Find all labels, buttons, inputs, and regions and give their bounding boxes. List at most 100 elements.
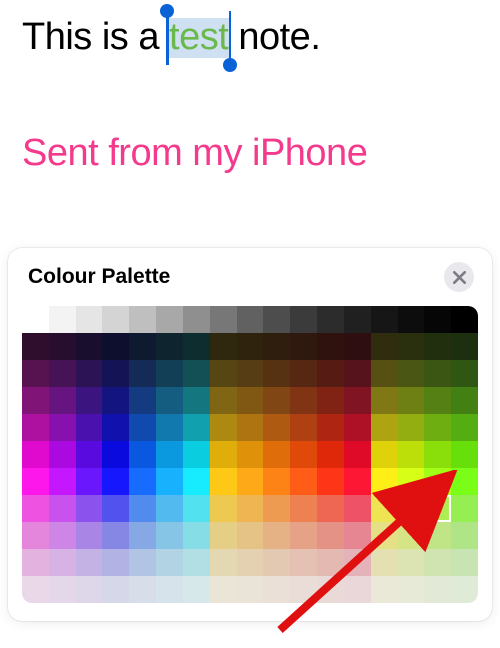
colour-swatch[interactable] [102, 495, 129, 522]
colour-swatch[interactable] [183, 333, 210, 360]
colour-swatch[interactable] [49, 549, 76, 576]
colour-swatch[interactable] [344, 549, 371, 576]
colour-swatch[interactable] [290, 387, 317, 414]
colour-swatch[interactable] [344, 414, 371, 441]
colour-swatch[interactable] [183, 441, 210, 468]
colour-swatch[interactable] [102, 360, 129, 387]
colour-swatch[interactable] [371, 360, 398, 387]
colour-swatch[interactable] [210, 495, 237, 522]
colour-swatch[interactable] [290, 441, 317, 468]
colour-swatch[interactable] [76, 549, 103, 576]
colour-swatch[interactable] [398, 360, 425, 387]
colour-swatch[interactable] [371, 414, 398, 441]
note-body[interactable]: This is a test note. Sent from my iPhone [0, 0, 500, 183]
colour-swatch[interactable] [49, 522, 76, 549]
colour-swatch[interactable] [49, 333, 76, 360]
colour-swatch[interactable] [210, 576, 237, 603]
colour-swatch[interactable] [263, 441, 290, 468]
colour-swatch[interactable] [22, 495, 49, 522]
colour-swatch[interactable] [76, 360, 103, 387]
colour-swatch[interactable] [156, 522, 183, 549]
colour-swatch[interactable] [424, 549, 451, 576]
colour-swatch[interactable] [290, 522, 317, 549]
colour-swatch[interactable] [49, 306, 76, 333]
colour-swatch[interactable] [263, 576, 290, 603]
colour-swatch[interactable] [371, 495, 398, 522]
colour-swatch[interactable] [210, 549, 237, 576]
colour-swatch[interactable] [344, 333, 371, 360]
colour-swatch[interactable] [237, 468, 264, 495]
colour-swatch[interactable] [398, 441, 425, 468]
colour-swatch[interactable] [344, 522, 371, 549]
colour-swatch[interactable] [344, 468, 371, 495]
colour-swatch[interactable] [183, 414, 210, 441]
colour-swatch[interactable] [451, 549, 478, 576]
colour-swatch[interactable] [263, 360, 290, 387]
colour-swatch[interactable] [22, 576, 49, 603]
colour-swatch[interactable] [398, 468, 425, 495]
colour-swatch[interactable] [263, 414, 290, 441]
colour-swatch[interactable] [129, 468, 156, 495]
colour-swatch[interactable] [183, 495, 210, 522]
colour-swatch[interactable] [451, 414, 478, 441]
colour-swatch[interactable] [424, 522, 451, 549]
colour-swatch[interactable] [210, 441, 237, 468]
colour-swatch[interactable] [22, 549, 49, 576]
colour-swatch[interactable] [129, 576, 156, 603]
colour-swatch[interactable] [424, 468, 451, 495]
colour-swatch[interactable] [183, 576, 210, 603]
colour-swatch[interactable] [344, 360, 371, 387]
colour-swatch[interactable] [451, 387, 478, 414]
colour-swatch[interactable] [129, 333, 156, 360]
colour-swatch[interactable] [237, 549, 264, 576]
colour-swatch[interactable] [49, 441, 76, 468]
colour-swatch[interactable] [290, 333, 317, 360]
colour-swatch[interactable] [237, 441, 264, 468]
colour-swatch[interactable] [398, 522, 425, 549]
selection-handle-left-icon[interactable] [166, 11, 169, 65]
close-button[interactable] [444, 262, 474, 292]
colour-swatch[interactable] [371, 441, 398, 468]
colour-swatch[interactable] [263, 522, 290, 549]
colour-swatch[interactable] [210, 468, 237, 495]
colour-swatch[interactable] [398, 549, 425, 576]
colour-swatch[interactable] [237, 333, 264, 360]
colour-swatch[interactable] [129, 360, 156, 387]
colour-swatch[interactable] [210, 333, 237, 360]
colour-swatch[interactable] [371, 468, 398, 495]
colour-swatch[interactable] [76, 414, 103, 441]
colour-swatch[interactable] [49, 468, 76, 495]
colour-swatch[interactable] [237, 360, 264, 387]
colour-swatch[interactable] [424, 306, 451, 333]
colour-swatch[interactable] [102, 468, 129, 495]
colour-swatch[interactable] [129, 495, 156, 522]
colour-swatch[interactable] [451, 360, 478, 387]
colour-swatch[interactable] [183, 468, 210, 495]
colour-swatch[interactable] [263, 549, 290, 576]
colour-palette-grid[interactable] [22, 306, 478, 603]
colour-swatch[interactable] [237, 306, 264, 333]
colour-swatch[interactable] [129, 414, 156, 441]
colour-swatch[interactable] [102, 306, 129, 333]
colour-swatch[interactable] [156, 306, 183, 333]
colour-swatch[interactable] [424, 387, 451, 414]
colour-swatch[interactable] [344, 441, 371, 468]
colour-swatch[interactable] [76, 495, 103, 522]
colour-swatch[interactable] [317, 360, 344, 387]
colour-swatch[interactable] [317, 333, 344, 360]
colour-swatch[interactable] [290, 468, 317, 495]
colour-swatch[interactable] [156, 495, 183, 522]
colour-swatch[interactable] [398, 495, 425, 522]
colour-swatch[interactable] [210, 522, 237, 549]
colour-swatch[interactable] [76, 468, 103, 495]
colour-swatch[interactable] [290, 549, 317, 576]
colour-swatch[interactable] [451, 306, 478, 333]
colour-swatch[interactable] [102, 414, 129, 441]
colour-swatch[interactable] [371, 387, 398, 414]
colour-swatch[interactable] [398, 576, 425, 603]
colour-swatch[interactable] [22, 441, 49, 468]
colour-swatch[interactable] [424, 414, 451, 441]
colour-swatch[interactable] [398, 387, 425, 414]
colour-swatch[interactable] [102, 333, 129, 360]
colour-swatch[interactable] [156, 333, 183, 360]
